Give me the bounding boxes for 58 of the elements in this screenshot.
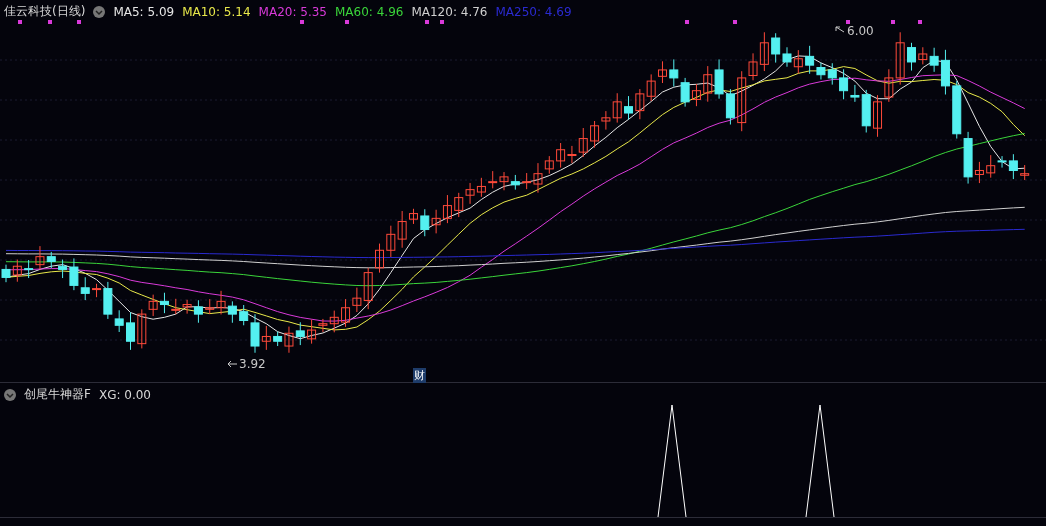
candlestick [171, 298, 181, 315]
candlestick [907, 42, 916, 72]
chevron-down-icon[interactable] [93, 5, 106, 18]
candlestick [691, 83, 701, 107]
candlestick [46, 251, 56, 269]
candlestick [465, 182, 475, 205]
candlestick [386, 225, 396, 258]
candlestick [646, 73, 656, 102]
candlestick [159, 292, 169, 314]
chevron-down-icon[interactable] [4, 388, 16, 401]
candlestick [341, 298, 351, 328]
candlestick [442, 194, 452, 224]
candlestick [918, 46, 928, 65]
candlestick [873, 94, 883, 138]
indicator-title: 创尾牛神器F [24, 386, 91, 403]
candlestick [793, 49, 803, 74]
indicator-reading: XG: 0.00 [98, 387, 151, 402]
candlestick [1, 264, 11, 283]
candlestick [680, 77, 690, 108]
candlestick [12, 259, 22, 283]
candlestick [35, 245, 45, 270]
candlestick [952, 80, 962, 140]
candlestick [488, 170, 498, 189]
indicator-value: MA5: 5.09 [113, 4, 175, 19]
price-label: 3.92 [239, 357, 266, 371]
candlestick [658, 60, 667, 84]
candlestick [590, 120, 600, 149]
indicator-value: MA60: 4.96 [335, 4, 404, 19]
candlestick [827, 62, 837, 86]
indicator-value: MA250: 4.69 [495, 4, 572, 19]
candlestick [431, 209, 441, 234]
candlestick [556, 142, 566, 169]
price-label: 6.00 [847, 24, 874, 38]
candlestick [295, 321, 305, 346]
arrow-icon [227, 359, 238, 369]
indicator-value: MA120: 4.76 [411, 4, 488, 19]
candlestick [624, 95, 634, 121]
candlestick [420, 208, 430, 237]
candlestick [454, 192, 464, 218]
candlestick [227, 300, 237, 324]
candlestick [703, 65, 713, 103]
candlestick [510, 174, 520, 191]
candlestick [1020, 164, 1030, 181]
candlestick [714, 58, 724, 100]
indicator-value: MA10: 5.14 [182, 4, 251, 19]
candlestick [476, 177, 486, 198]
indicator-value: MA20: 5.35 [258, 4, 327, 19]
candlestick [725, 88, 735, 125]
candlestick [24, 259, 34, 279]
candlestick [669, 58, 679, 88]
candlestick [499, 171, 509, 191]
chart-title: 佳云科技(日线) [4, 3, 86, 20]
candlestick [635, 88, 645, 120]
candlestick [80, 276, 90, 301]
event-marker: 财 [413, 368, 426, 383]
candlestick [759, 31, 769, 72]
candlestick [126, 311, 135, 351]
candlestick [375, 243, 384, 274]
